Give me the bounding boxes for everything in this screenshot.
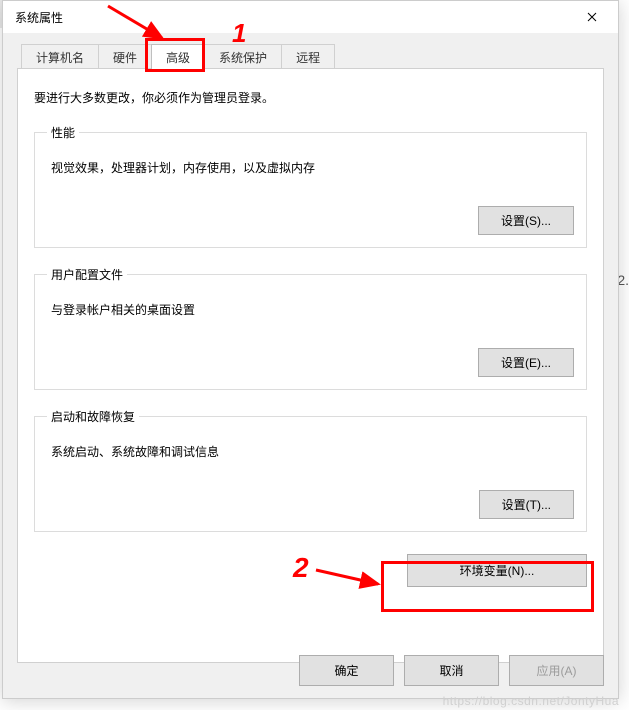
dialog-button-row: 确定 取消 应用(A) xyxy=(299,655,604,686)
tab-hardware[interactable]: 硬件 xyxy=(98,44,152,69)
close-icon[interactable] xyxy=(569,3,614,31)
apply-button[interactable]: 应用(A) xyxy=(509,655,604,686)
ok-button[interactable]: 确定 xyxy=(299,655,394,686)
tabstrip: 计算机名 硬件 高级 系统保护 远程 xyxy=(21,43,604,69)
performance-settings-button[interactable]: 设置(S)... xyxy=(478,206,574,235)
tab-remote[interactable]: 远程 xyxy=(281,44,335,69)
admin-intro-text: 要进行大多数更改，你必须作为管理员登录。 xyxy=(34,89,587,106)
group-performance: 性能 视觉效果，处理器计划，内存使用，以及虚拟内存 设置(S)... xyxy=(34,124,587,248)
group-user-profiles: 用户配置文件 与登录帐户相关的桌面设置 设置(E)... xyxy=(34,266,587,390)
tab-advanced[interactable]: 高级 xyxy=(151,44,205,69)
environment-variables-button[interactable]: 环境变量(N)... xyxy=(407,554,587,587)
user-profiles-settings-button[interactable]: 设置(E)... xyxy=(478,348,574,377)
cancel-button[interactable]: 取消 xyxy=(404,655,499,686)
titlebar: 系统属性 xyxy=(3,1,618,33)
tab-system-protection[interactable]: 系统保护 xyxy=(204,44,282,69)
group-startup-recovery-desc: 系统启动、系统故障和调试信息 xyxy=(51,443,574,460)
group-user-profiles-desc: 与登录帐户相关的桌面设置 xyxy=(51,301,574,318)
group-user-profiles-legend: 用户配置文件 xyxy=(47,266,127,283)
tab-panel-advanced: 要进行大多数更改，你必须作为管理员登录。 性能 视觉效果，处理器计划，内存使用，… xyxy=(17,68,604,663)
window-title: 系统属性 xyxy=(15,9,63,26)
startup-recovery-settings-button[interactable]: 设置(T)... xyxy=(479,490,574,519)
group-performance-legend: 性能 xyxy=(47,124,79,141)
group-performance-desc: 视觉效果，处理器计划，内存使用，以及虚拟内存 xyxy=(51,159,574,176)
tab-computer-name[interactable]: 计算机名 xyxy=(21,44,99,69)
system-properties-window: 系统属性 计算机名 硬件 高级 系统保护 远程 要进行大多数更改，你必须作为管理… xyxy=(2,0,619,699)
group-startup-recovery-legend: 启动和故障恢复 xyxy=(47,408,139,425)
group-startup-recovery: 启动和故障恢复 系统启动、系统故障和调试信息 设置(T)... xyxy=(34,408,587,532)
edge-text: 2. xyxy=(617,272,629,288)
dialog-body: 计算机名 硬件 高级 系统保护 远程 要进行大多数更改，你必须作为管理员登录。 … xyxy=(3,33,618,698)
